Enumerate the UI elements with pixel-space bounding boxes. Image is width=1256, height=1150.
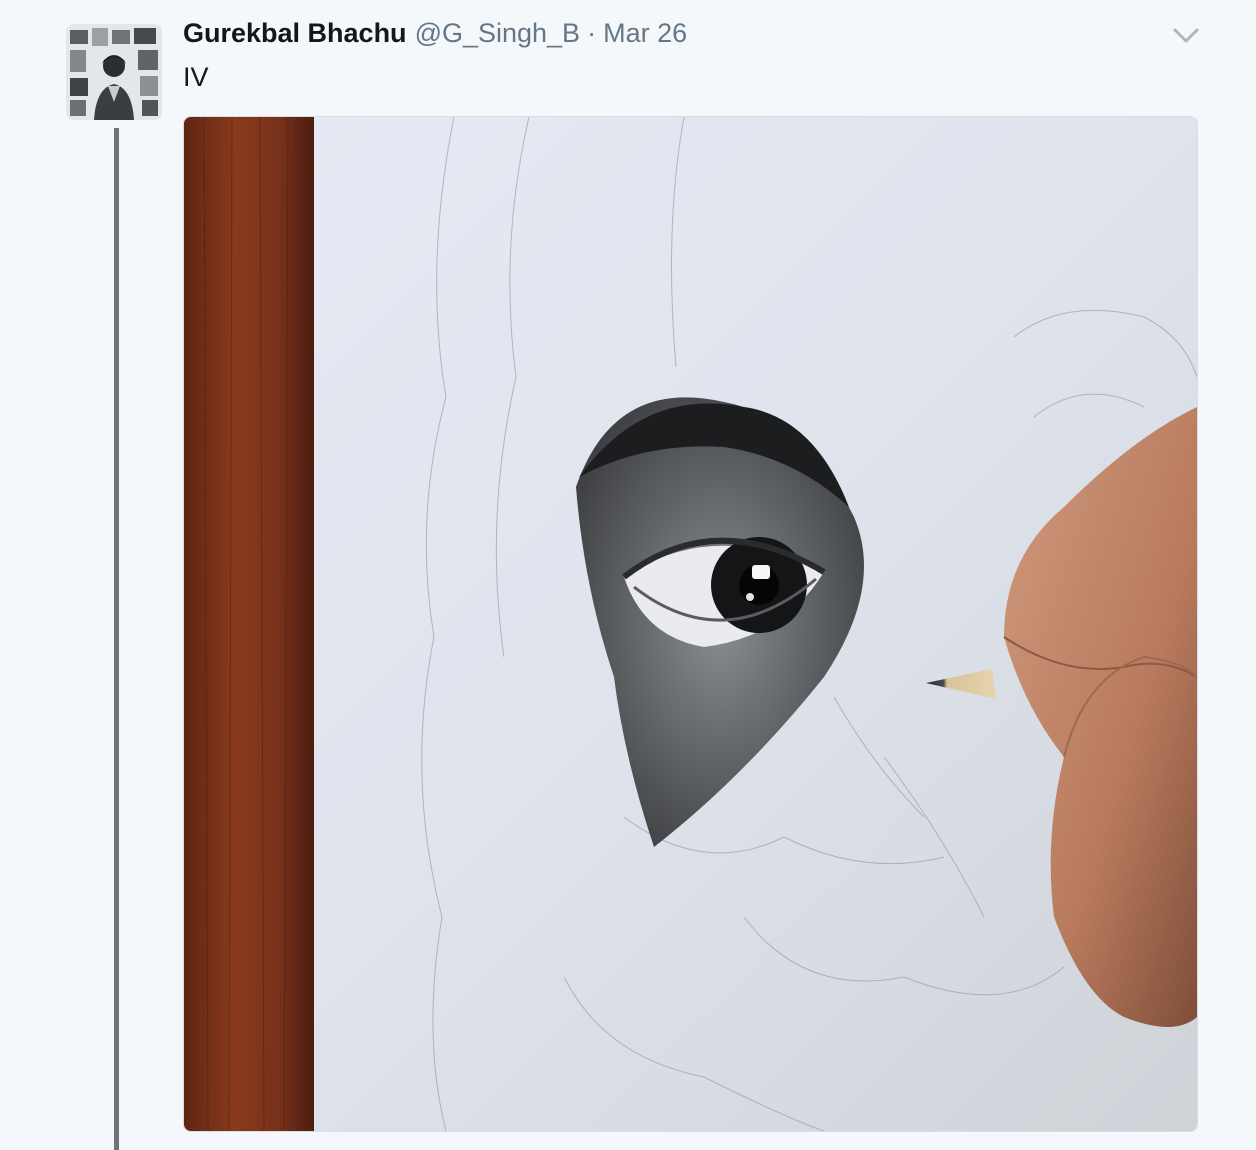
chevron-down-icon[interactable] bbox=[1172, 26, 1200, 46]
tweet-text: IV bbox=[183, 62, 209, 92]
tweet: Gurekbal Bhachu @G_Singh_B · Mar 26 IV bbox=[0, 0, 1256, 1150]
eye-drawing-image bbox=[184, 117, 1197, 1131]
header-separator: · bbox=[587, 18, 597, 48]
author-display-name[interactable]: Gurekbal Bhachu bbox=[183, 18, 407, 49]
author-handle[interactable]: @G_Singh_B bbox=[415, 18, 581, 49]
tweet-photo[interactable] bbox=[183, 116, 1198, 1132]
tweet-header: Gurekbal Bhachu @G_Singh_B · Mar 26 bbox=[183, 18, 687, 58]
tweet-timestamp[interactable]: Mar 26 bbox=[603, 18, 687, 49]
avatar-collage-icon bbox=[66, 24, 162, 120]
avatar[interactable] bbox=[66, 24, 162, 120]
thread-connector-line bbox=[114, 128, 119, 1150]
